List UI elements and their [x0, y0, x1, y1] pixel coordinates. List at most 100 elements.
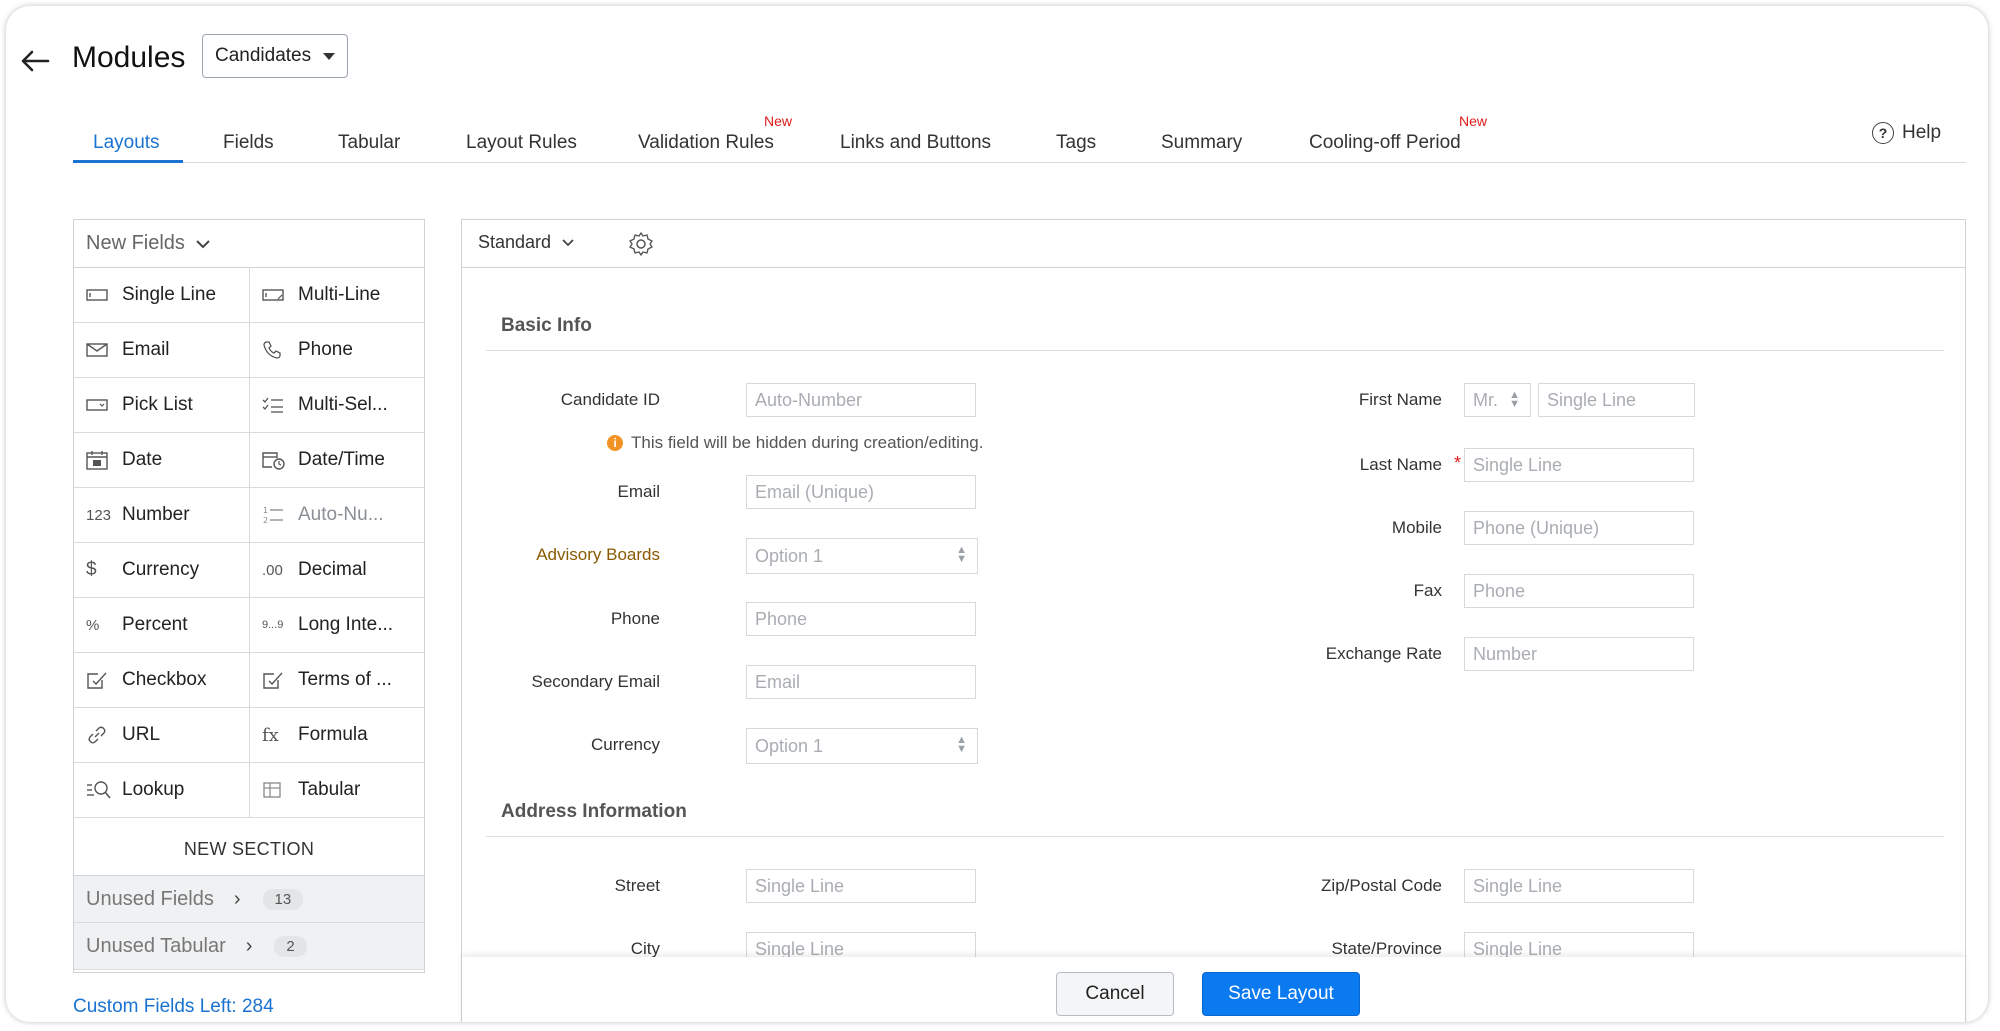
last-name-field[interactable]: Single Line: [1464, 448, 1694, 482]
field-type-long-integer[interactable]: 9...9 Long Inte...: [249, 598, 424, 653]
field-type-number[interactable]: 123 Number: [74, 488, 249, 543]
layout-selector[interactable]: Standard: [478, 232, 575, 253]
field-type-single-line[interactable]: Single Line: [74, 268, 249, 323]
field-type-date[interactable]: Date: [74, 433, 249, 488]
tab-layouts[interactable]: Layouts: [93, 132, 160, 154]
field-type-currency[interactable]: $ Currency: [74, 543, 249, 598]
tab-validation-rules[interactable]: Validation Rules: [638, 132, 774, 154]
custom-fields-left: Custom Fields Left: 284: [73, 996, 274, 1017]
tab-tabular[interactable]: Tabular: [338, 132, 400, 154]
field-type-label: Date/Time: [298, 449, 385, 470]
lookup-icon: [86, 779, 118, 801]
back-arrow-icon[interactable]: [18, 44, 52, 78]
field-type-label: Multi-Sel...: [298, 394, 388, 415]
zip-postal-code-field[interactable]: Single Line: [1464, 869, 1694, 903]
app-window: Modules Candidates Layouts Fields Tabula…: [6, 6, 1988, 1022]
mobile-field[interactable]: Phone (Unique): [1464, 511, 1694, 545]
field-type-url[interactable]: URL: [74, 708, 249, 763]
unused-tabular-toggle[interactable]: Unused Tabular › 2: [74, 923, 424, 970]
exchange-rate-field[interactable]: Number: [1464, 637, 1694, 671]
field-type-terms[interactable]: Terms of ...: [249, 653, 424, 708]
candidate-id-field[interactable]: Auto-Number: [746, 383, 976, 417]
info-icon: i: [607, 435, 623, 451]
email-icon: [86, 342, 118, 358]
tab-links-and-buttons[interactable]: Links and Buttons: [840, 132, 991, 154]
field-type-date-time[interactable]: Date/Time: [249, 433, 424, 488]
currency-select[interactable]: Option 1 ▲ ▼: [746, 728, 978, 764]
layout-toolbar: Standard: [462, 220, 1965, 268]
fax-field[interactable]: Phone: [1464, 574, 1694, 608]
tab-fields[interactable]: Fields: [223, 132, 274, 154]
field-label-advisory-boards: Advisory Boards: [536, 545, 660, 564]
new-section-button[interactable]: NEW SECTION: [74, 824, 424, 876]
formula-icon: fx: [262, 724, 279, 746]
phone-field[interactable]: Phone: [746, 602, 976, 636]
help-link[interactable]: ? Help: [1872, 122, 1941, 144]
module-select-value: Candidates: [215, 45, 312, 66]
field-type-label: Formula: [298, 724, 368, 745]
field-type-label: Number: [122, 504, 190, 525]
url-icon: [86, 724, 118, 746]
email-field[interactable]: Email (Unique): [746, 475, 976, 509]
pick-list-icon: [86, 398, 118, 412]
help-icon: ?: [1872, 122, 1894, 144]
field-label-last-name: Last Name: [1359, 455, 1442, 474]
tabs-divider: [73, 162, 1966, 163]
gear-icon[interactable]: [628, 231, 654, 257]
unused-tabular-label: Unused Tabular: [86, 934, 226, 957]
field-type-lookup[interactable]: Lookup: [74, 763, 249, 818]
field-type-email[interactable]: Email: [74, 323, 249, 378]
new-fields-panel: New Fields Single Line Multi-Line Email …: [73, 219, 425, 973]
layout-editor: Standard Basic Info Candidate ID Auto-Nu…: [461, 219, 1966, 1022]
field-type-label: Currency: [122, 559, 200, 580]
salutation-select[interactable]: Mr. ▲ ▼: [1464, 383, 1531, 417]
field-type-multi-select[interactable]: Multi-Sel...: [249, 378, 424, 433]
field-type-decimal[interactable]: .00 Decimal: [249, 543, 424, 598]
unused-tabular-count: 2: [274, 935, 307, 957]
field-type-label: Date: [122, 449, 163, 470]
field-type-tabular[interactable]: Tabular: [249, 763, 424, 818]
tab-summary[interactable]: Summary: [1161, 132, 1242, 154]
hidden-field-note: i This field will be hidden during creat…: [607, 433, 983, 453]
chevron-right-icon: ›: [233, 887, 241, 910]
tab-cooling-off-period[interactable]: Cooling-off Period: [1309, 132, 1461, 154]
street-field[interactable]: Single Line: [746, 869, 976, 903]
field-type-percent[interactable]: % Percent: [74, 598, 249, 653]
field-type-label: Long Inte...: [298, 614, 394, 635]
required-asterisk: *: [1454, 453, 1462, 473]
module-select[interactable]: Candidates: [202, 34, 348, 78]
first-name-field[interactable]: Single Line: [1538, 383, 1695, 417]
advisory-boards-select[interactable]: Option 1 ▲ ▼: [746, 538, 978, 574]
field-type-label: Percent: [122, 614, 188, 635]
caret-down-icon: [323, 53, 335, 60]
tab-tags[interactable]: Tags: [1056, 132, 1096, 154]
salutation-value: Mr.: [1473, 389, 1498, 410]
up-down-arrows-icon: ▲ ▼: [1509, 389, 1520, 410]
unused-fields-toggle[interactable]: Unused Fields › 13: [74, 876, 424, 923]
multi-select-icon: [262, 396, 294, 414]
new-fields-dropdown[interactable]: New Fields: [74, 220, 424, 268]
layout-name: Standard: [478, 232, 552, 252]
secondary-email-field[interactable]: Email: [746, 665, 976, 699]
field-type-checkbox[interactable]: Checkbox: [74, 653, 249, 708]
field-type-auto-number[interactable]: 12 Auto-Nu...: [249, 488, 424, 543]
field-label-email: Email: [617, 482, 660, 501]
percent-icon: %: [86, 616, 100, 634]
save-layout-button[interactable]: Save Layout: [1202, 972, 1360, 1016]
up-down-arrows-icon: ▲ ▼: [956, 734, 967, 755]
tab-layout-rules[interactable]: Layout Rules: [466, 132, 577, 154]
field-type-multi-line[interactable]: Multi-Line: [249, 268, 424, 323]
field-type-phone[interactable]: Phone: [249, 323, 424, 378]
field-type-formula[interactable]: fx Formula: [249, 708, 424, 763]
date-time-icon: [262, 450, 294, 470]
advisory-boards-value: Option 1: [755, 545, 824, 566]
field-label-exchange-rate: Exchange Rate: [1325, 644, 1442, 663]
new-badge: New: [1459, 113, 1488, 129]
checkbox-icon: [86, 670, 118, 690]
cancel-button[interactable]: Cancel: [1056, 972, 1174, 1016]
field-type-label: Phone: [298, 339, 353, 360]
decimal-icon: .00: [262, 561, 283, 579]
field-label-first-name: First Name: [1358, 390, 1442, 409]
field-type-label: Decimal: [298, 559, 367, 580]
field-type-pick-list[interactable]: Pick List: [74, 378, 249, 433]
